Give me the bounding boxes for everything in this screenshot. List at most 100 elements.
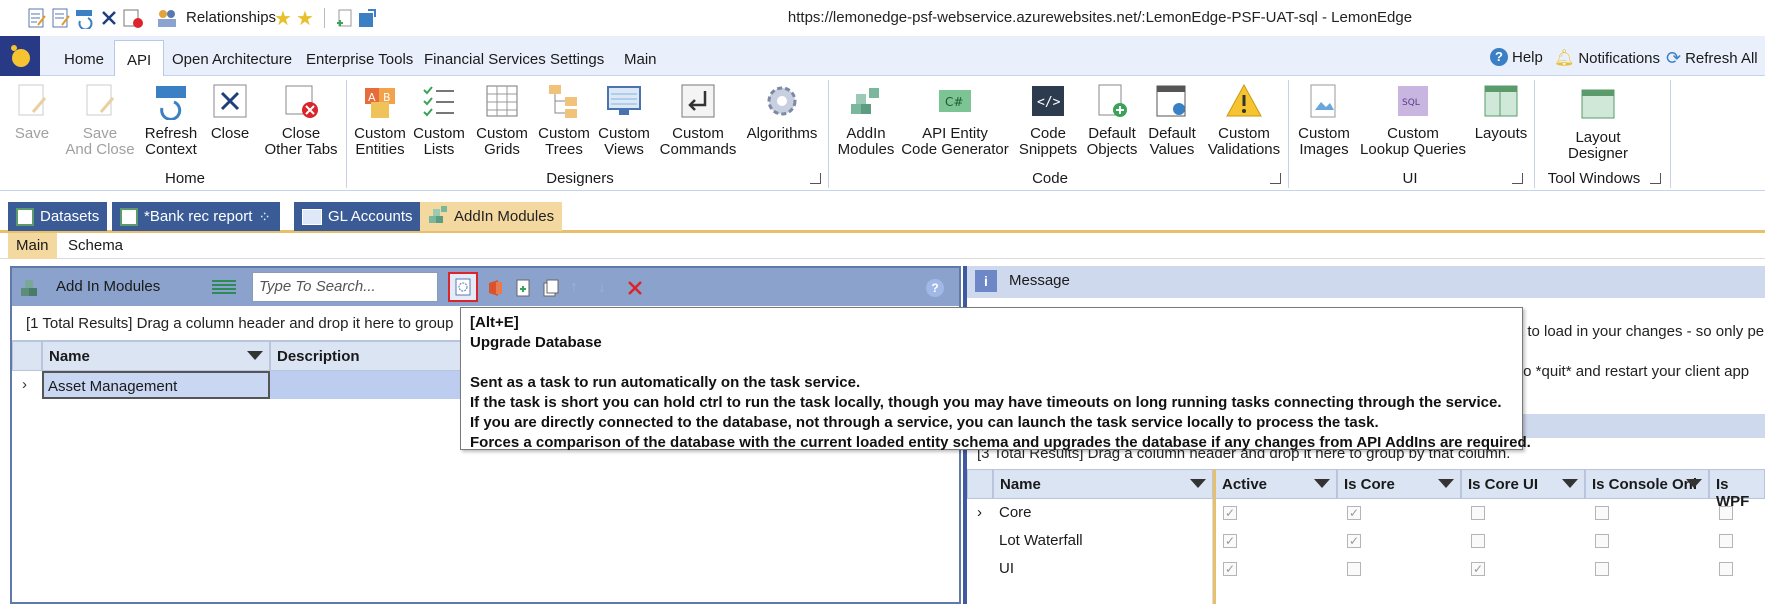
- code-snippets-button[interactable]: </> Code Snippets: [1016, 82, 1080, 158]
- designers-launcher-icon[interactable]: [810, 173, 821, 184]
- checkbox-is-wpf[interactable]: [1719, 562, 1733, 576]
- close-icon[interactable]: [98, 7, 120, 29]
- ui-launcher-icon[interactable]: [1512, 173, 1523, 184]
- cell-name[interactable]: Core: [999, 504, 1032, 521]
- tab-enterprise-tools[interactable]: Enterprise Tools: [294, 44, 425, 76]
- edit-all-icon[interactable]: [50, 7, 72, 29]
- code-launcher-icon[interactable]: [1270, 173, 1281, 184]
- checkbox-is-console-only[interactable]: [1595, 562, 1609, 576]
- expand-row-icon[interactable]: ›: [977, 504, 982, 521]
- new-document-icon[interactable]: [514, 279, 532, 297]
- close-button[interactable]: Close: [206, 82, 254, 142]
- tab-home[interactable]: Home: [52, 44, 116, 76]
- new-item-icon[interactable]: [334, 7, 356, 29]
- favorite-add-icon[interactable]: ★: [296, 6, 318, 30]
- layouts-button[interactable]: Layouts: [1470, 82, 1532, 142]
- checkbox-is-console-only[interactable]: [1595, 506, 1609, 520]
- checkbox-is-core[interactable]: ✓: [1347, 534, 1361, 548]
- column-header-name[interactable]: Name: [993, 469, 1213, 499]
- table-row[interactable]: UI ✓ ✓: [967, 555, 1765, 583]
- checkbox-is-console-only[interactable]: [1595, 534, 1609, 548]
- tab-settings[interactable]: Settings: [538, 44, 616, 76]
- relationships-label[interactable]: Relationships: [186, 9, 276, 26]
- close-other-tabs-button[interactable]: Close Other Tabs: [262, 82, 340, 158]
- layout-designer-button[interactable]: Layout Designer: [1548, 86, 1648, 162]
- search-input[interactable]: Type To Search...: [252, 272, 438, 302]
- sub-tab-schema[interactable]: Schema: [60, 233, 131, 259]
- list-view-icon[interactable]: [212, 280, 236, 294]
- refresh-all-button[interactable]: ⟳ Refresh All: [1666, 48, 1758, 69]
- column-header-is-console-only[interactable]: Is Console Onl: [1585, 469, 1709, 499]
- tab-api[interactable]: API: [114, 40, 165, 77]
- custom-lookup-queries-button[interactable]: SQL Custom Lookup Queries: [1358, 82, 1468, 158]
- doc-tab-addin-modules[interactable]: AddIn Modules: [420, 202, 563, 231]
- filter-icon[interactable]: [1314, 479, 1330, 488]
- table-row[interactable]: Lot Waterfall ✓ ✓: [967, 527, 1765, 555]
- column-header-name[interactable]: Name: [42, 341, 270, 371]
- tab-financial-services[interactable]: Financial Services: [412, 44, 558, 76]
- help-button[interactable]: ? Help: [1490, 48, 1543, 66]
- custom-commands-button[interactable]: Custom Commands: [658, 82, 738, 158]
- notifications-button[interactable]: 🔔︎ Notifications: [1554, 48, 1660, 68]
- table-row[interactable]: › Core ✓ ✓: [967, 499, 1765, 527]
- move-up-icon[interactable]: ↑: [570, 279, 588, 297]
- relationships-icon[interactable]: [156, 7, 178, 29]
- filter-icon[interactable]: [1562, 479, 1578, 488]
- refresh-context-button[interactable]: Refresh Context: [140, 82, 202, 158]
- default-objects-button[interactable]: Default Objects: [1084, 82, 1140, 158]
- checkbox-is-core[interactable]: ✓: [1347, 506, 1361, 520]
- close-others-icon[interactable]: [122, 7, 144, 29]
- refresh-icon[interactable]: [74, 7, 96, 31]
- tab-open-architecture[interactable]: Open Architecture: [160, 44, 304, 76]
- save-button[interactable]: Save: [8, 82, 56, 142]
- app-logo-icon[interactable]: [0, 36, 40, 76]
- checkbox-is-core-ui[interactable]: [1471, 506, 1485, 520]
- custom-validations-button[interactable]: Custom Validations: [1206, 82, 1282, 158]
- copy-icon[interactable]: [542, 279, 560, 297]
- doc-tab-gl-accounts[interactable]: GL Accounts: [294, 202, 421, 231]
- filter-icon[interactable]: [1686, 479, 1702, 488]
- checkbox-active[interactable]: ✓: [1223, 534, 1237, 548]
- custom-views-button[interactable]: Custom Views: [596, 82, 652, 158]
- checkbox-is-core-ui[interactable]: ✓: [1471, 562, 1485, 576]
- cell-name[interactable]: Asset Management: [42, 371, 270, 399]
- edit-icon[interactable]: [26, 7, 48, 29]
- column-header-is-core[interactable]: Is Core: [1337, 469, 1461, 499]
- checkbox-is-core-ui[interactable]: [1471, 534, 1485, 548]
- checkbox-is-wpf[interactable]: [1719, 506, 1733, 520]
- office-icon[interactable]: [486, 279, 504, 297]
- tab-main[interactable]: Main: [612, 44, 669, 76]
- save-and-close-button[interactable]: Save And Close: [64, 82, 136, 158]
- favorite-star-icon[interactable]: ★: [274, 6, 296, 30]
- checkbox-active[interactable]: ✓: [1223, 562, 1237, 576]
- custom-trees-button[interactable]: Custom Trees: [536, 82, 592, 158]
- doc-tab-bank-rec-report[interactable]: *Bank rec report ⁘: [112, 202, 280, 231]
- default-values-button[interactable]: Default Values: [1144, 82, 1200, 158]
- column-header-active[interactable]: Active: [1213, 469, 1337, 499]
- filter-icon[interactable]: [247, 351, 263, 360]
- filter-icon[interactable]: [1190, 479, 1206, 488]
- cell-name[interactable]: UI: [999, 560, 1014, 577]
- custom-images-button[interactable]: Custom Images: [1292, 82, 1356, 158]
- addin-modules-button[interactable]: AddIn Modules: [834, 82, 898, 158]
- custom-grids-button[interactable]: Custom Grids: [474, 82, 530, 158]
- column-header-is-wpf[interactable]: Is WPF: [1709, 469, 1765, 510]
- doc-tab-datasets[interactable]: Datasets: [8, 202, 108, 231]
- delete-icon[interactable]: [626, 279, 644, 297]
- panel-help-icon[interactable]: ?: [926, 279, 944, 297]
- checkbox-is-wpf[interactable]: [1719, 534, 1733, 548]
- upgrade-database-icon[interactable]: [448, 272, 478, 302]
- tool-windows-launcher-icon[interactable]: [1650, 173, 1661, 184]
- sub-tab-main[interactable]: Main: [8, 233, 57, 259]
- checkbox-active[interactable]: ✓: [1223, 506, 1237, 520]
- checkbox-is-core[interactable]: [1347, 562, 1361, 576]
- cell-name[interactable]: Lot Waterfall: [999, 532, 1083, 549]
- custom-lists-button[interactable]: Custom Lists: [412, 82, 466, 158]
- api-entity-code-generator-button[interactable]: C# API Entity Code Generator: [900, 82, 1010, 158]
- custom-entities-button[interactable]: AB Custom Entities: [352, 82, 408, 158]
- pin-icon[interactable]: [356, 7, 378, 29]
- column-header-is-core-ui[interactable]: Is Core UI: [1461, 469, 1585, 499]
- move-down-icon[interactable]: ↓: [598, 279, 616, 297]
- algorithms-button[interactable]: Algorithms: [744, 82, 820, 142]
- expand-row-icon[interactable]: ›: [22, 376, 27, 393]
